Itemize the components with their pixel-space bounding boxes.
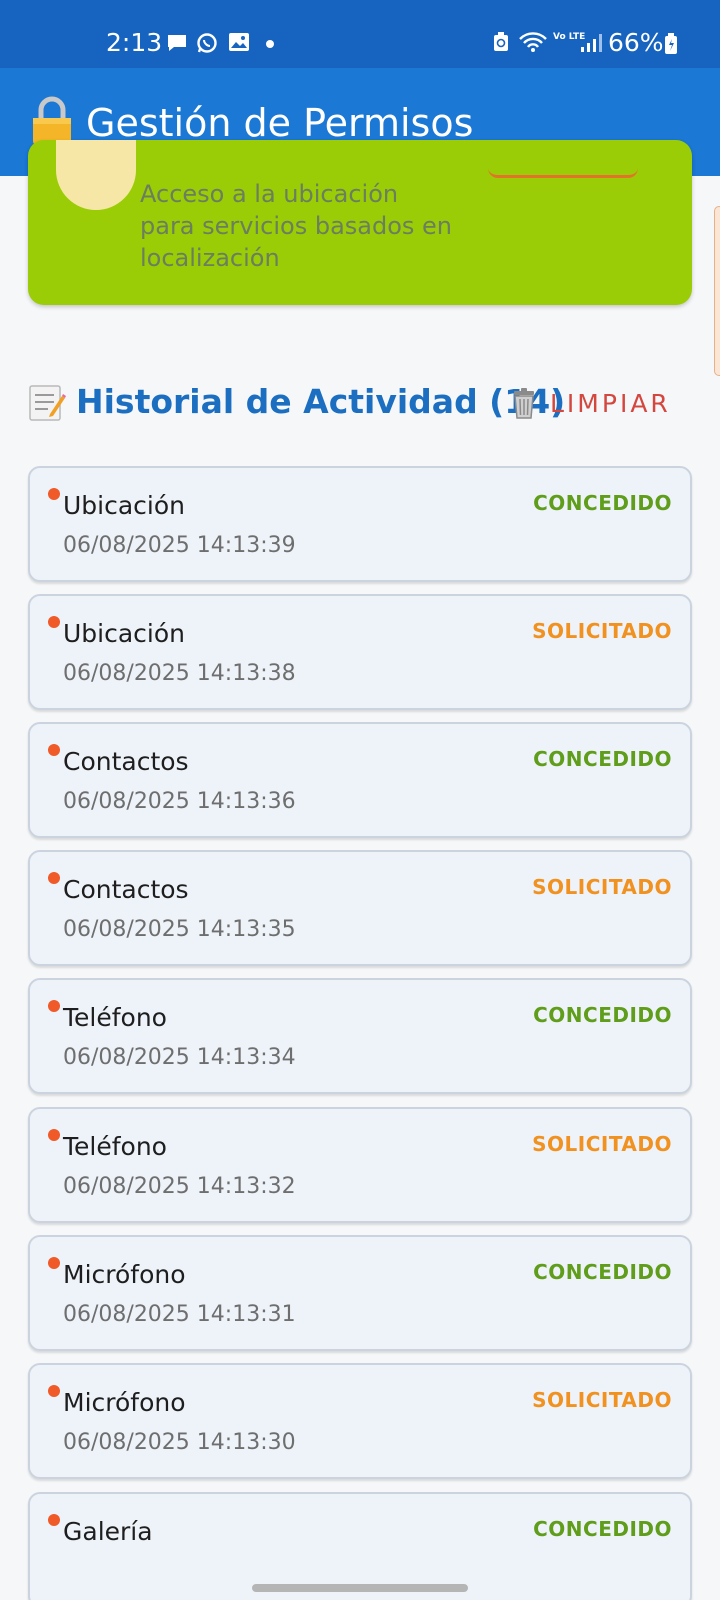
- activity-indicator-dot: [48, 1385, 60, 1397]
- status-badge: SOLICITADO: [532, 1132, 672, 1156]
- activity-indicator-dot: [48, 1257, 60, 1269]
- location-permission-card[interactable]: Acceso a la ubicación para servicios bas…: [28, 140, 692, 305]
- side-scroll-indicator: [714, 206, 720, 376]
- status-badge: CONCEDIDO: [533, 1517, 672, 1541]
- status-badge: CONCEDIDO: [533, 491, 672, 515]
- status-badge: SOLICITADO: [532, 619, 672, 643]
- notification-dot-icon: [266, 40, 274, 48]
- permission-name: Contactos: [63, 875, 189, 904]
- permission-name: Ubicación: [63, 619, 186, 648]
- battery-percentage: 66%: [608, 28, 664, 57]
- status-badge: CONCEDIDO: [533, 1003, 672, 1027]
- permission-name: Ubicación: [63, 491, 186, 520]
- activity-item[interactable]: Teléfono 06/08/2025 14:13:32 SOLICITADO: [28, 1107, 692, 1223]
- activity-item[interactable]: Contactos 06/08/2025 14:13:35 SOLICITADO: [28, 850, 692, 966]
- activity-indicator-dot: [48, 1514, 60, 1526]
- location-icon: [56, 140, 136, 210]
- whatsapp-icon: [196, 32, 218, 58]
- activity-timestamp: 06/08/2025 14:13:30: [63, 1430, 296, 1455]
- activity-timestamp: 06/08/2025 14:13:36: [63, 789, 296, 814]
- permission-name: Micrófono: [63, 1388, 186, 1417]
- status-badge: CONCEDIDO: [533, 747, 672, 771]
- permission-name: Contactos: [63, 747, 189, 776]
- location-description: Acceso a la ubicación para servicios bas…: [140, 180, 453, 272]
- activity-indicator-dot: [48, 616, 60, 628]
- memo-icon: [28, 382, 66, 426]
- chat-bubble-icon: [166, 33, 188, 57]
- permission-name: Micrófono: [63, 1260, 186, 1289]
- activity-item[interactable]: Micrófono 06/08/2025 14:13:31 CONCEDIDO: [28, 1235, 692, 1351]
- activity-timestamp: 06/08/2025 14:13:38: [63, 661, 296, 686]
- activity-item[interactable]: Teléfono 06/08/2025 14:13:34 CONCEDIDO: [28, 978, 692, 1094]
- activity-indicator-dot: [48, 744, 60, 756]
- clear-label: LIMPIAR: [550, 389, 671, 418]
- status-badge: SOLICITADO: [532, 1388, 672, 1412]
- activity-item[interactable]: Ubicación 06/08/2025 14:13:39 CONCEDIDO: [28, 466, 692, 582]
- activity-indicator-dot: [48, 488, 60, 500]
- wifi-icon: [518, 31, 548, 57]
- status-badge: SOLICITADO: [532, 875, 672, 899]
- activity-item[interactable]: Contactos 06/08/2025 14:13:36 CONCEDIDO: [28, 722, 692, 838]
- activity-item[interactable]: Ubicación 06/08/2025 14:13:38 SOLICITADO: [28, 594, 692, 710]
- history-header: Historial de Actividad (14) LIMPIAR: [28, 380, 692, 430]
- status-bar: 2:13 Vo LTE 66%: [0, 0, 720, 68]
- activity-timestamp: 06/08/2025 14:13:35: [63, 917, 296, 942]
- signal-icon: [580, 33, 602, 57]
- permission-name: Teléfono: [63, 1132, 167, 1161]
- activity-indicator-dot: [48, 872, 60, 884]
- activity-timestamp: 06/08/2025 14:13:31: [63, 1302, 296, 1327]
- status-badge: CONCEDIDO: [533, 1260, 672, 1284]
- battery-icon: [664, 33, 678, 59]
- trash-icon: [510, 388, 538, 424]
- permission-name: Teléfono: [63, 1003, 167, 1032]
- activity-timestamp: 06/08/2025 14:13:39: [63, 533, 296, 558]
- history-title: Historial de Actividad (14): [76, 382, 566, 421]
- activity-indicator-dot: [48, 1000, 60, 1012]
- activity-timestamp: 06/08/2025 14:13:34: [63, 1045, 296, 1070]
- permission-name: Galería: [63, 1517, 153, 1546]
- screen: 2:13 Vo LTE 66% Gestión de Permisos Acce…: [0, 0, 720, 1600]
- request-button[interactable]: [488, 140, 638, 178]
- status-time: 2:13: [106, 28, 163, 57]
- activity-indicator-dot: [48, 1129, 60, 1141]
- activity-item[interactable]: Micrófono 06/08/2025 14:13:30 SOLICITADO: [28, 1363, 692, 1479]
- image-icon: [228, 32, 250, 56]
- clear-history-button[interactable]: LIMPIAR: [510, 384, 692, 424]
- battery-saver-icon: [493, 32, 509, 56]
- activity-timestamp: 06/08/2025 14:13:32: [63, 1174, 296, 1199]
- gesture-navigation-bar[interactable]: [252, 1584, 468, 1592]
